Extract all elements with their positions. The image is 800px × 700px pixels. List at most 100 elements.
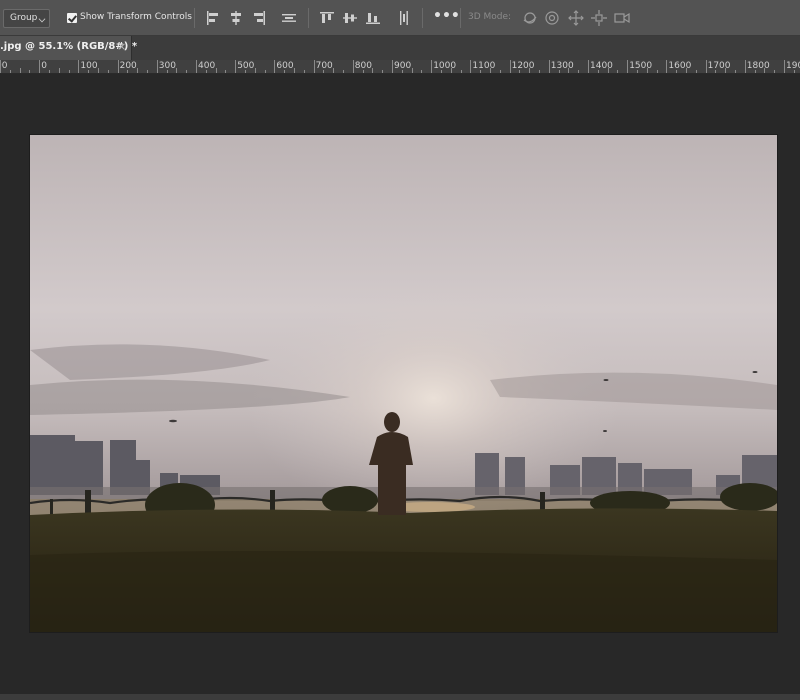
ruler-label: 0 — [41, 61, 47, 71]
divider — [460, 8, 461, 28]
ruler-label: 1300 — [550, 61, 574, 71]
3d-roll-icon[interactable] — [543, 9, 561, 27]
ruler-tick — [205, 70, 207, 73]
ruler-tick — [78, 60, 80, 73]
ruler-tick — [235, 60, 237, 73]
align-top-edges-icon[interactable] — [318, 9, 336, 27]
divider — [422, 8, 423, 28]
ruler-label: 1200 — [511, 61, 535, 71]
horizontal-ruler[interactable]: 0001002003004005006007008009001000110012… — [0, 60, 800, 74]
ruler-tick — [225, 70, 227, 73]
distribute-vertically-icon[interactable] — [395, 9, 413, 27]
ruler-tick — [431, 60, 433, 73]
ruler-tick — [127, 70, 129, 73]
ruler-tick — [264, 70, 266, 73]
ruler-tick — [186, 70, 188, 73]
divider — [308, 8, 309, 28]
ruler-tick — [646, 68, 648, 73]
ruler-tick — [725, 68, 727, 73]
ruler-tick — [695, 70, 697, 73]
ruler-tick — [450, 68, 452, 73]
ruler-tick — [9, 70, 11, 73]
ruler-tick — [39, 60, 41, 73]
3d-slide-icon[interactable] — [590, 9, 608, 27]
ruler-tick — [215, 68, 217, 73]
ruler-label: 00 — [0, 61, 8, 71]
ruler-tick — [333, 68, 335, 73]
ruler-tick — [539, 70, 540, 73]
canvas-workspace[interactable] — [0, 74, 800, 694]
ruler-tick — [411, 68, 413, 73]
ruler-tick — [166, 70, 168, 73]
ruler-tick — [793, 70, 795, 73]
group-dropdown-label: Group — [10, 13, 38, 23]
ruler-tick — [392, 60, 393, 73]
document-image[interactable] — [30, 135, 777, 632]
ruler-tick — [656, 70, 658, 73]
ruler-tick — [490, 68, 491, 73]
ruler-tick — [666, 60, 668, 73]
ruler-tick — [509, 60, 511, 73]
ruler-tick — [764, 68, 766, 73]
group-dropdown[interactable]: Group — [3, 9, 50, 28]
options-bar: Group Show Transform Controls ••• 3D Mod… — [0, 0, 800, 36]
ruler-tick — [754, 70, 756, 73]
3d-orbit-icon[interactable] — [521, 9, 539, 27]
ruler-label: 1100 — [472, 61, 496, 71]
more-options-icon[interactable]: ••• — [433, 8, 460, 24]
ruler-tick — [421, 70, 423, 73]
ruler-tick — [0, 60, 1, 73]
ruler-tick — [460, 70, 462, 73]
ruler-tick — [607, 68, 609, 73]
3d-pan-icon[interactable] — [567, 9, 585, 27]
ruler-tick — [519, 70, 521, 73]
chevron-down-icon — [38, 15, 46, 23]
ruler-tick — [352, 60, 354, 73]
show-transform-controls-checkbox[interactable] — [67, 13, 77, 23]
align-horizontal-centers-icon[interactable] — [227, 9, 245, 27]
ruler-tick — [441, 70, 442, 73]
ruler-tick — [744, 60, 746, 73]
divider — [194, 8, 195, 28]
3d-mode-label: 3D Mode: — [468, 12, 512, 22]
ruler-tick — [372, 68, 374, 73]
ruler-tick — [68, 70, 70, 73]
ruler-tick — [49, 70, 50, 73]
ruler-tick — [19, 68, 21, 73]
ruler-label: 1500 — [629, 61, 653, 71]
ruler-tick — [705, 60, 707, 73]
align-left-edges-icon[interactable] — [204, 9, 222, 27]
ruler-tick — [715, 70, 717, 73]
ruler-tick — [774, 70, 776, 73]
ruler-tick — [156, 60, 158, 73]
ruler-tick — [558, 70, 560, 73]
ruler-tick — [529, 68, 531, 73]
ruler-tick — [107, 70, 109, 73]
align-bottom-edges-icon[interactable] — [364, 9, 382, 27]
ruler-tick — [29, 70, 31, 73]
ruler-tick — [686, 68, 687, 73]
close-icon[interactable]: × — [117, 40, 126, 53]
ruler-tick — [176, 68, 178, 73]
document-tab-strip: .jpg @ 55.1% (RGB/8#) * × — [0, 36, 800, 60]
ruler-tick — [637, 70, 638, 73]
align-vertical-centers-icon[interactable] — [341, 9, 359, 27]
ruler-tick — [588, 60, 589, 73]
show-transform-controls-label: Show Transform Controls — [80, 12, 192, 22]
distribute-horizontally-icon[interactable] — [280, 9, 298, 27]
ruler-tick — [499, 70, 501, 73]
ruler-tick — [313, 60, 315, 73]
align-right-edges-icon[interactable] — [250, 9, 268, 27]
ruler-tick — [382, 70, 384, 73]
ruler-tick — [58, 68, 60, 73]
ruler-tick — [137, 68, 139, 73]
ruler-tick — [470, 60, 472, 73]
3d-scale-icon[interactable] — [613, 9, 631, 27]
ruler-tick — [480, 70, 482, 73]
ruler-tick — [274, 60, 276, 73]
ruler-tick — [401, 70, 403, 73]
document-tab[interactable]: .jpg @ 55.1% (RGB/8#) * × — [0, 36, 137, 60]
ruler-tick — [627, 60, 629, 73]
ruler-tick — [676, 70, 678, 73]
ruler-tick — [735, 70, 736, 73]
